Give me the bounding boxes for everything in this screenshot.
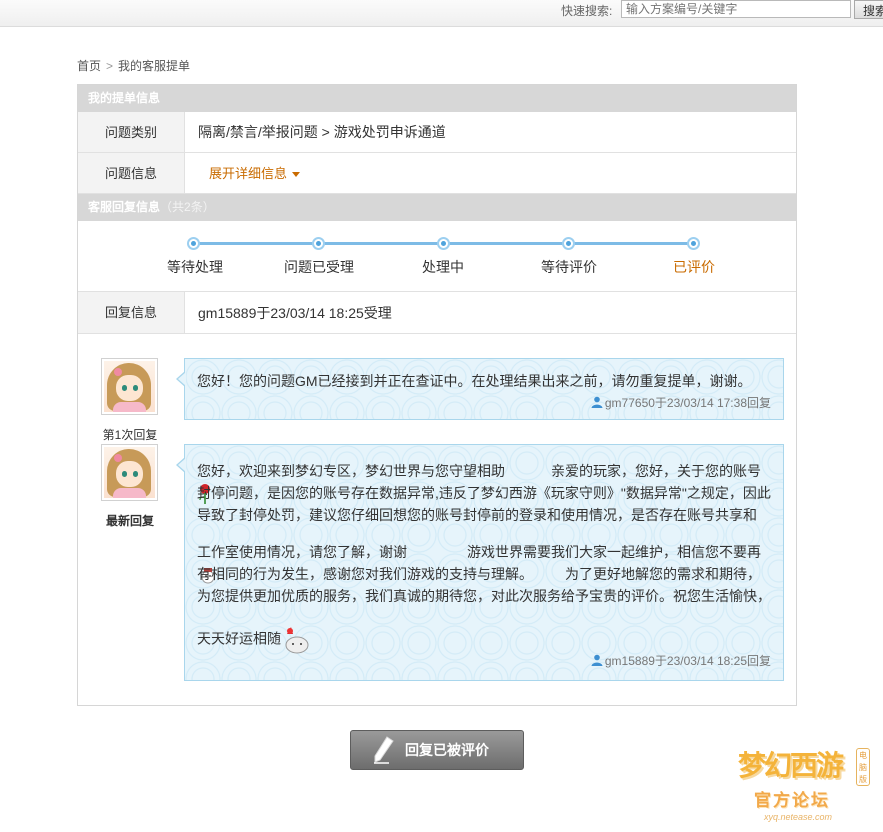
breadcrumb: 首页 > 我的客服提单	[77, 57, 190, 74]
progress-step-rated: 已评价	[673, 259, 715, 275]
reply-info-label: 回复信息	[78, 292, 185, 333]
reply-info-value: gm15889于23/03/14 18:25受理	[198, 305, 392, 321]
reply-section-header: 客服回复信息（共2条）	[78, 194, 796, 221]
ticket-section-header: 我的提单信息	[78, 85, 796, 112]
reply-info-row: 回复信息 gm15889于23/03/14 18:25受理	[78, 292, 796, 334]
reply-section-title: 客服回复信息	[88, 200, 161, 214]
reply-signature-1-text: gm77650于23/03/14 17:38回复	[604, 396, 771, 410]
problem-category-row: 问题类别 隔离/禁言/举报问题 > 游戏处罚申诉通道	[78, 112, 796, 153]
avatar-image	[104, 361, 155, 412]
reply-count-label: 第1次回复	[102, 428, 158, 442]
progress-dot-3	[437, 237, 450, 250]
reply-2-body-part1: 亲爱的玩家，您好，关于您的账号封停问题，是因您的账号存在数据异常,违反了梦幻西游…	[197, 463, 771, 523]
ticket-section-title: 我的提单信息	[88, 91, 161, 105]
reply-2-body-part3: 为了更好地解您的需求和期待，为您提供更加优质的服务，我们真诚的期待您，对此次服务…	[197, 566, 771, 604]
user-icon	[591, 396, 603, 408]
latest-reply-label: 最新回复	[105, 514, 154, 528]
gm-avatar	[101, 444, 158, 501]
progress-tracker: 等待处理 问题已受理 处理中 等待评价 已评价	[78, 221, 796, 292]
progress-dot-1	[187, 237, 200, 250]
reply-bubble-2: 您好，欢迎来到梦幻专区，梦幻世界与您守望相助 亲爱的玩家，您好，关于您的账号封停…	[176, 444, 784, 681]
progress-step-waiting: 等待处理	[167, 259, 223, 275]
problem-category-label: 问题类别	[78, 112, 185, 152]
pencil-icon	[374, 736, 394, 764]
breadcrumb-home-link[interactable]: 首页	[77, 59, 101, 73]
reply-2-closing: 天天好运相随	[197, 625, 397, 655]
watermark-title: 梦幻西游	[738, 749, 844, 782]
expand-details-label: 展开详细信息	[209, 166, 288, 181]
progress-dot-2	[312, 237, 325, 250]
reply-bubble-1: 您好！您的问题GM已经接到并正在查证中。在处理结果出来之前，请勿重复提单，谢谢。…	[176, 358, 784, 420]
problem-info-row: 问题信息 展开详细信息	[78, 153, 796, 194]
avatar-image	[104, 447, 155, 498]
progress-step-processing: 处理中	[422, 259, 464, 275]
caret-down-icon	[292, 172, 301, 178]
progress-dot-5	[687, 237, 700, 250]
reply-signature-2: gm15889于23/03/14 18:25回复	[591, 652, 771, 669]
search-button[interactable]: 搜索	[854, 0, 883, 19]
progress-step-awaiting-rating: 等待评价	[541, 259, 597, 275]
reply-2-closing-text: 天天好运相随	[197, 630, 281, 647]
breadcrumb-current: 我的客服提单	[118, 59, 191, 73]
problem-info-label: 问题信息	[78, 153, 185, 193]
reply-rated-button[interactable]: 回复已被评价	[350, 730, 524, 770]
watermark-subtitle: 官方论坛	[754, 791, 830, 810]
watermark-url: xyq.netease.com	[764, 812, 833, 822]
quick-search-label: 快速搜索:	[561, 4, 613, 18]
forum-watermark-logo: 梦幻西游 官方论坛 xyq.netease.com 电脑版	[736, 744, 876, 828]
search-input[interactable]	[621, 0, 851, 18]
problem-category-value: 隔离/禁言/举报问题 > 游戏处罚申诉通道	[198, 124, 446, 140]
watermark-badge: 电脑版	[856, 748, 870, 786]
progress-dot-4	[562, 237, 575, 250]
reply-count: （共2条）	[160, 200, 215, 214]
progress-step-accepted: 问题已受理	[284, 259, 354, 275]
lucky-emoticon-icon	[285, 627, 309, 654]
breadcrumb-separator: >	[106, 59, 114, 73]
top-bar: 快速搜索: 搜索	[0, 0, 883, 27]
reply-text-1: 您好！您的问题GM已经接到并正在查证中。在处理结果出来之前，请勿重复提单，谢谢。	[197, 373, 752, 389]
user-icon	[591, 654, 603, 666]
reply-rated-button-label: 回复已被评价	[405, 742, 489, 758]
reply-signature-1: gm77650于23/03/14 17:38回复	[591, 394, 771, 411]
gm-avatar	[101, 358, 158, 415]
expand-details-toggle[interactable]: 展开详细信息	[209, 153, 301, 194]
reply-signature-2-text: gm15889于23/03/14 18:25回复	[604, 654, 771, 668]
